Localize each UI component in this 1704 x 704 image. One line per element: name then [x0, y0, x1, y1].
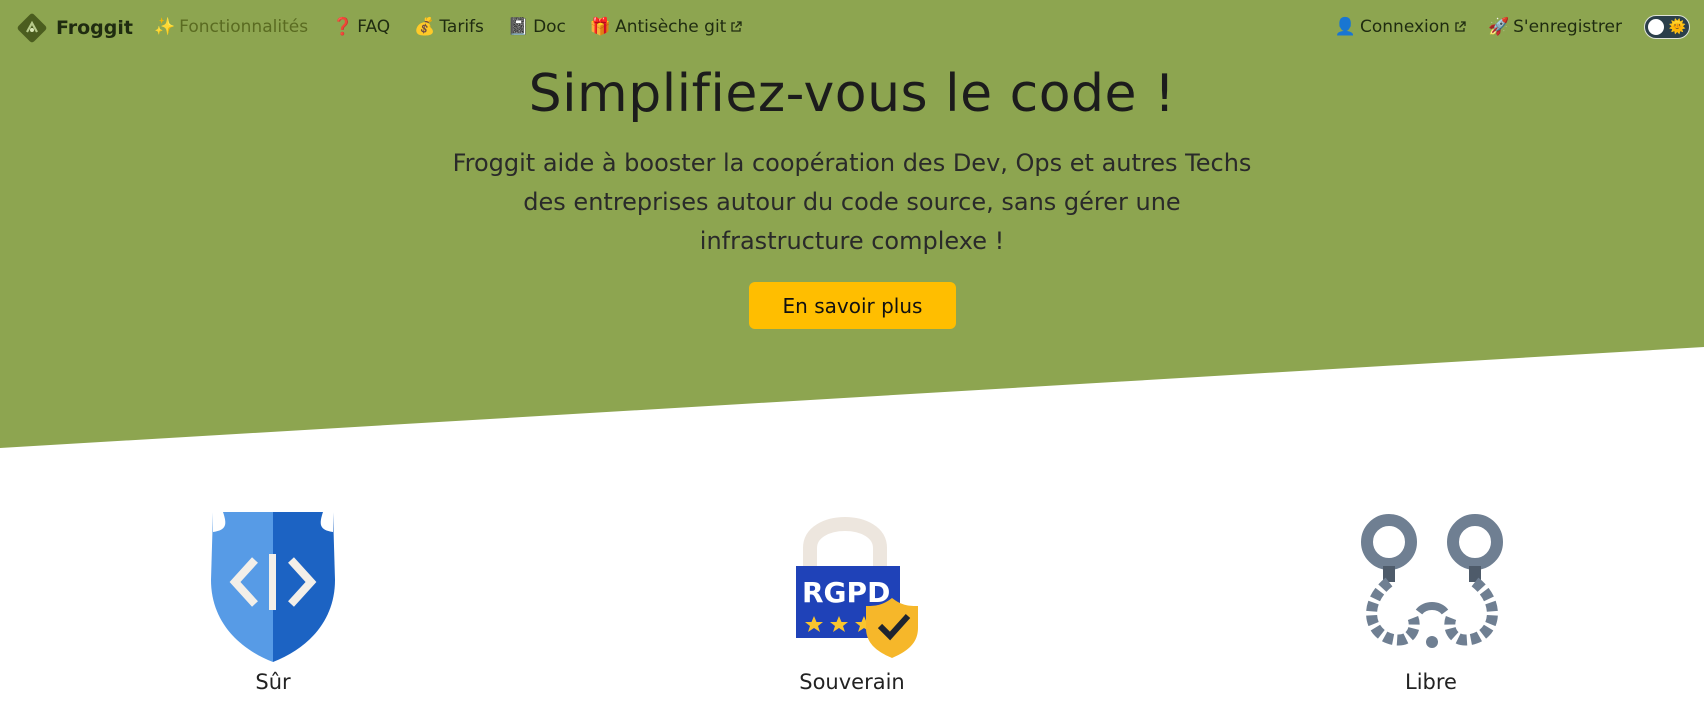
froggit-logo-icon: [17, 13, 47, 43]
nav-cheatsheet-label: Antisèche git: [615, 17, 727, 37]
top-navbar: Froggit ✨ Fonctionnalités ❓ FAQ 💰 Tarifs…: [0, 0, 1704, 56]
external-link-icon: [1455, 21, 1466, 32]
sun-icon: 🌞: [1668, 19, 1686, 35]
user-icon: 👤: [1334, 17, 1356, 37]
nav-pricing-label: Tarifs: [439, 17, 484, 37]
rgpd-lock-icon: RGPD: [796, 517, 918, 658]
sparkles-icon: ✨: [154, 17, 176, 37]
nav-faq-label: FAQ: [357, 17, 391, 37]
nav-features-label: Fonctionnalités: [179, 17, 309, 37]
code-shield-icon: [211, 512, 335, 662]
brand-name: Froggit: [56, 17, 133, 39]
learn-more-button[interactable]: En savoir plus: [749, 282, 956, 329]
rocket-icon: 🚀: [1487, 17, 1510, 37]
notebook-icon: 📓: [507, 17, 530, 37]
gift-icon: 🎁: [589, 17, 612, 37]
nav-login-link[interactable]: 👤 Connexion: [1335, 17, 1466, 37]
nav-features-link[interactable]: ✨ Fonctionnalités: [154, 17, 308, 37]
nav-register-label: S'enregistrer: [1513, 17, 1622, 37]
main-nav-links: ✨ Fonctionnalités ❓ FAQ 💰 Tarifs 📓 Doc 🎁…: [154, 17, 743, 37]
nav-cheatsheet-link[interactable]: 🎁 Antisèche git: [589, 17, 743, 37]
external-link-icon: [731, 21, 743, 32]
money-bag-icon: 💰: [414, 17, 436, 37]
hero-title: Simplifiez-vous le code !: [528, 64, 1176, 124]
open-handcuffs-icon: [1361, 514, 1503, 648]
rgpd-badge-text: RGPD: [802, 576, 890, 609]
feature-sovereign-label: Souverain: [799, 670, 905, 694]
nav-register-link[interactable]: 🚀 S'enregistrer: [1488, 17, 1622, 37]
feature-secure-label: Sûr: [255, 670, 291, 694]
nav-pricing-link[interactable]: 💰 Tarifs: [414, 17, 484, 37]
feature-secure: Sûr: [123, 508, 423, 694]
nav-faq-link[interactable]: ❓ FAQ: [332, 17, 390, 37]
nav-login-label: Connexion: [1360, 17, 1450, 37]
question-icon: ❓: [332, 17, 354, 37]
nav-account-links: 👤 Connexion 🚀 S'enregistrer 🌞: [1335, 15, 1690, 39]
feature-free: Libre: [1281, 508, 1581, 694]
theme-toggle[interactable]: 🌞: [1644, 15, 1690, 39]
toggle-knob: [1648, 19, 1664, 35]
brand-home-link[interactable]: Froggit: [16, 12, 133, 44]
feature-sovereign: RGPD Souverain: [702, 508, 1002, 694]
feature-free-label: Libre: [1405, 670, 1457, 694]
nav-doc-link[interactable]: 📓 Doc: [508, 17, 566, 37]
nav-doc-label: Doc: [533, 17, 566, 37]
hero-subtitle: Froggit aide à booster la coopération de…: [452, 149, 1252, 255]
